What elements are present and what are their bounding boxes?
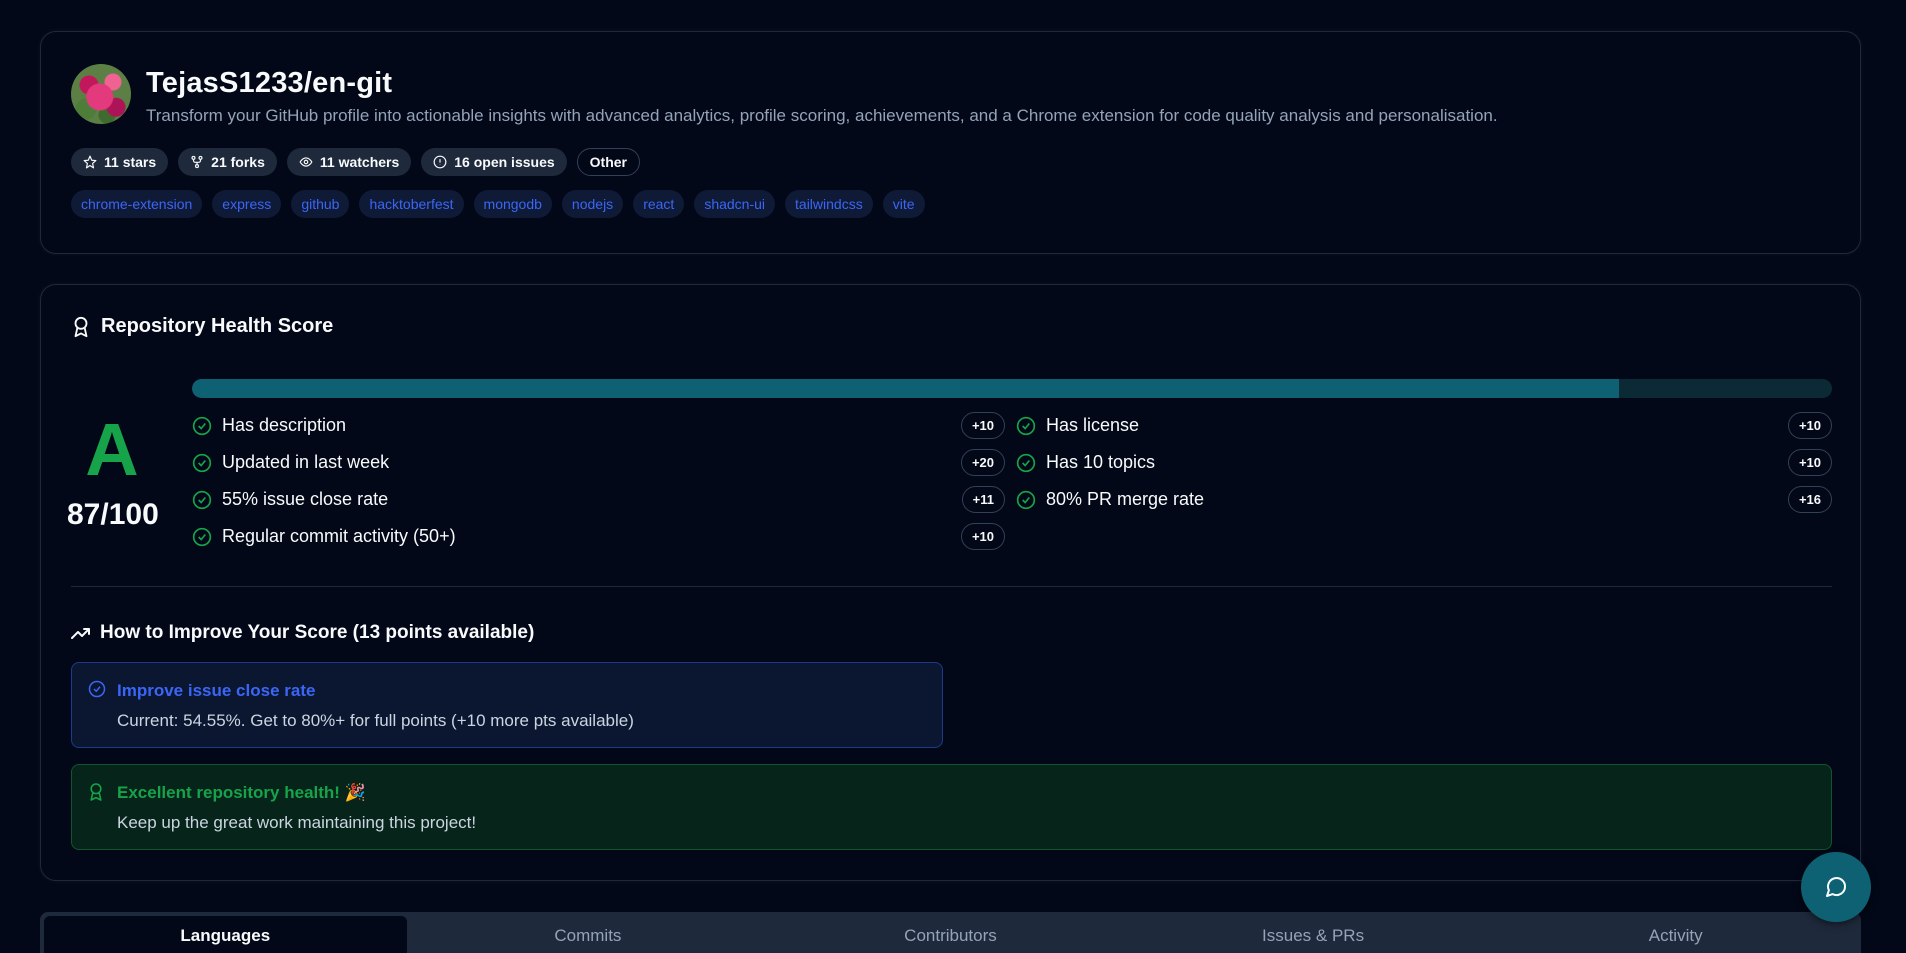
chat-button[interactable] — [1801, 852, 1871, 922]
info-circle-icon — [433, 155, 447, 169]
tab-activity[interactable]: Activity — [1494, 916, 1857, 953]
criterion-points: +10 — [1787, 449, 1832, 476]
analytics-tabs: Languages Commits Contributors Issues & … — [40, 912, 1861, 953]
tab-languages[interactable]: Languages — [44, 916, 407, 953]
eye-icon — [299, 157, 313, 167]
section-divider — [71, 586, 1832, 587]
health-score-card: Repository Health Score A 87/100 Has des… — [40, 284, 1861, 881]
criterion-label: Has license — [1046, 415, 1140, 435]
tab-commits[interactable]: Commits — [407, 916, 770, 953]
score-progress-fill — [192, 379, 1619, 398]
check-circle-icon — [88, 680, 106, 698]
forks-label: 21 forks — [211, 154, 265, 170]
criteria-list-left: Has description +10 Updated in last week… — [192, 412, 1005, 550]
page: TejasS1233/en-git Transform your GitHub … — [0, 0, 1906, 953]
stars-badge: 11 stars — [71, 148, 169, 176]
criteria-list-right: Has license +10 Has 10 topics +10 80% PR… — [1016, 412, 1832, 513]
fork-icon — [191, 155, 203, 169]
tip-text: Current: 54.55%. Get to 80%+ for full po… — [117, 711, 634, 730]
health-success-banner: Excellent repository health! 🎉 Keep up t… — [71, 764, 1832, 850]
topic-tag[interactable]: tailwindcss — [785, 190, 873, 218]
topic-tag[interactable]: shadcn-ui — [694, 190, 776, 218]
owner-avatar[interactable] — [71, 64, 131, 124]
check-circle-icon — [192, 527, 212, 546]
criterion-points: +10 — [960, 412, 1005, 439]
improve-score-heading: How to Improve Your Score (13 points ava… — [71, 622, 534, 644]
check-circle-icon — [192, 416, 212, 435]
language-badge: Other — [576, 148, 640, 176]
repo-overview-card: TejasS1233/en-git Transform your GitHub … — [40, 31, 1861, 254]
topic-tag[interactable]: nodejs — [561, 190, 624, 218]
topic-tag[interactable]: mongodb — [473, 190, 552, 218]
criterion-label: Updated in last week — [222, 452, 390, 472]
topics-list: chrome-extension express github hacktobe… — [71, 190, 925, 218]
success-text: Keep up the great work maintaining this … — [117, 813, 477, 832]
tab-contributors[interactable]: Contributors — [769, 916, 1132, 953]
criterion-points: +11 — [961, 486, 1005, 513]
health-score-title: Repository Health Score — [101, 315, 334, 337]
check-circle-icon — [192, 453, 212, 472]
score-value: 87/100 — [67, 498, 159, 531]
forks-badge: 21 forks — [178, 148, 277, 176]
star-icon — [83, 155, 97, 169]
success-title: Excellent repository health! 🎉 — [117, 783, 366, 802]
award-icon — [90, 783, 102, 801]
topic-tag[interactable]: express — [212, 190, 282, 218]
topic-tag[interactable]: react — [633, 190, 685, 218]
improvement-tip: Improve issue close rate Current: 54.55%… — [71, 662, 943, 748]
trending-up-icon — [71, 628, 90, 639]
improve-score-title: How to Improve Your Score (13 points ava… — [100, 622, 535, 643]
repo-title[interactable]: TejasS1233/en-git — [146, 67, 392, 100]
grade-letter: A — [85, 408, 139, 491]
check-circle-icon — [1016, 453, 1036, 472]
criterion-points: +20 — [960, 449, 1005, 476]
criterion-row: 55% issue close rate +11 — [192, 486, 1005, 513]
check-circle-icon — [192, 490, 212, 509]
topic-tag[interactable]: chrome-extension — [71, 190, 203, 218]
topic-tag[interactable]: hacktoberfest — [359, 190, 464, 218]
check-circle-icon — [1016, 416, 1036, 435]
criterion-points: +16 — [1787, 486, 1832, 513]
repo-description: Transform your GitHub profile into actio… — [146, 106, 1498, 125]
tip-title: Improve issue close rate — [117, 681, 316, 700]
criterion-points: +10 — [960, 523, 1005, 550]
criterion-label: 55% issue close rate — [222, 489, 389, 509]
check-circle-icon — [1016, 490, 1036, 509]
criterion-row: Regular commit activity (50+) +10 — [192, 523, 1005, 550]
criterion-label: 80% PR merge rate — [1046, 489, 1205, 509]
topic-tag[interactable]: vite — [882, 190, 925, 218]
criterion-row: Updated in last week +20 — [192, 449, 1005, 476]
criterion-points: +10 — [1787, 412, 1832, 439]
grade-summary: A 87/100 — [67, 408, 159, 532]
language-label: Other — [589, 154, 627, 170]
repo-stats: 11 stars 21 forks 11 watchers 16 open is… — [71, 148, 640, 176]
criterion-label: Regular commit activity (50+) — [222, 526, 456, 546]
criterion-row: Has 10 topics +10 — [1016, 449, 1832, 476]
stars-label: 11 stars — [104, 154, 157, 170]
criterion-row: 80% PR merge rate +16 — [1016, 486, 1832, 513]
health-score-heading: Repository Health Score — [71, 315, 333, 338]
criterion-label: Has 10 topics — [1046, 452, 1156, 472]
criterion-label: Has description — [222, 415, 347, 435]
watchers-label: 11 watchers — [319, 154, 400, 170]
topic-tag[interactable]: github — [291, 190, 350, 218]
watchers-badge: 11 watchers — [286, 148, 412, 176]
message-circle-icon — [1826, 877, 1846, 897]
tab-issues-prs[interactable]: Issues & PRs — [1132, 916, 1495, 953]
open-issues-badge: 16 open issues — [421, 148, 567, 176]
criterion-row: Has description +10 — [192, 412, 1005, 439]
criterion-row: Has license +10 — [1016, 412, 1832, 439]
score-progress-bar — [192, 379, 1832, 398]
award-icon — [74, 316, 88, 337]
open-issues-label: 16 open issues — [454, 154, 555, 170]
